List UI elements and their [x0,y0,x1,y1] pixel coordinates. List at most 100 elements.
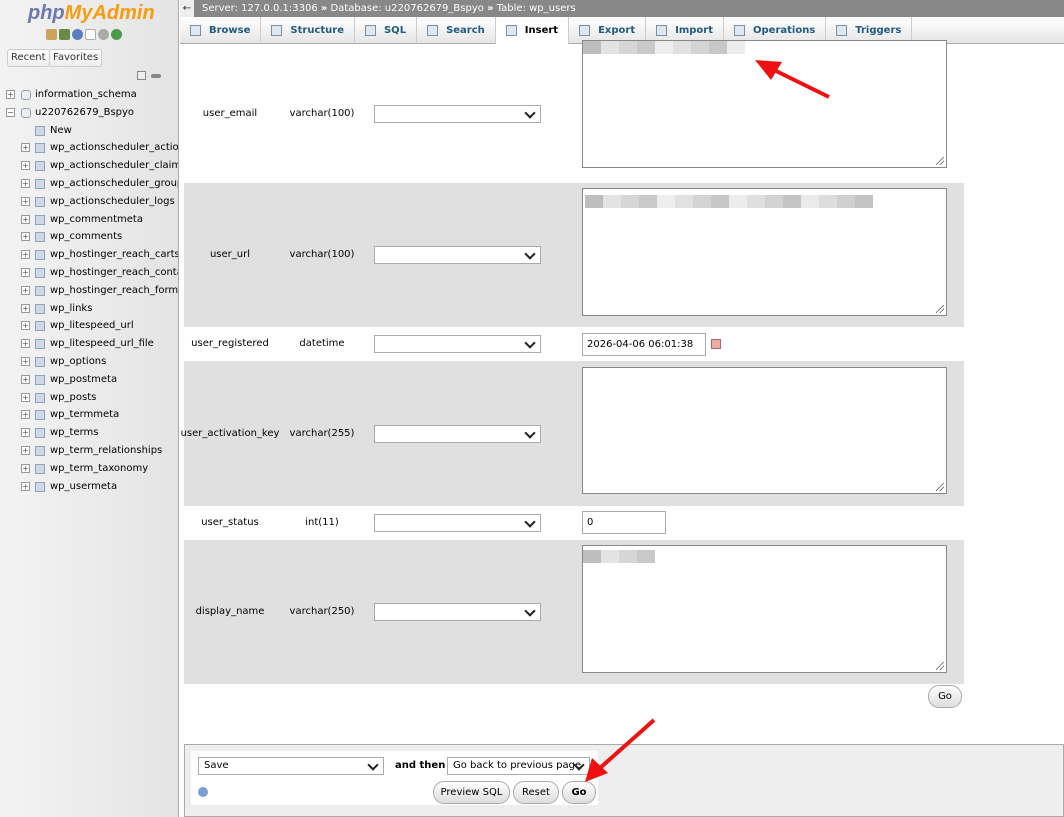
expand-icon[interactable]: + [21,214,30,224]
breadcrumb-table[interactable]: Table: wp_users [497,3,576,14]
reload-icon[interactable] [111,29,122,40]
value-textarea[interactable] [582,545,947,673]
tree-db-current[interactable]: − u220762679_Bspyo [0,104,178,122]
function-select[interactable] [374,603,541,621]
tree-table-item[interactable]: + wp_postmeta [0,371,178,389]
function-select[interactable] [374,246,541,264]
expand-icon[interactable]: + [21,356,30,366]
expand-icon[interactable]: + [21,143,30,153]
tree-table-item[interactable]: + wp_term_taxonomy [0,460,178,478]
field-type: varchar(255) [289,427,355,439]
tree-db-information-schema[interactable]: + information_schema [0,86,178,104]
calendar-icon[interactable] [711,339,721,349]
breadcrumb: Server: 127.0.0.1:3306 » Database: u2207… [202,3,576,14]
table-icon [35,356,45,367]
expand-icon[interactable]: + [21,321,30,331]
tree-table-item[interactable]: + wp_links [0,300,178,318]
expand-icon[interactable]: + [21,428,30,438]
expand-icon[interactable]: + [21,250,30,260]
docs-icon[interactable] [85,29,96,40]
expand-icon[interactable]: + [6,90,15,99]
expand-icon[interactable]: + [21,445,30,455]
value-textarea[interactable] [582,188,947,316]
tab-search[interactable]: Search [417,17,496,44]
expand-icon[interactable]: + [21,374,30,384]
tree-table-item[interactable]: + wp_actionscheduler_actions [0,139,178,157]
help-icon[interactable] [72,29,83,40]
field-row-display_name: display_name varchar(250) [184,540,964,684]
tree-table-item[interactable]: + wp_termmeta [0,406,178,424]
tree-table-item[interactable]: +wp_hostinger_reach_contact_ [0,264,178,282]
breadcrumb-server[interactable]: Server: 127.0.0.1:3306 [202,3,318,14]
function-select[interactable] [374,335,541,353]
insert-action-select[interactable]: Save [198,757,384,775]
tab-browse[interactable]: Browse [180,17,262,44]
preview-sql-button[interactable]: Preview SQL [433,781,510,804]
expand-icon[interactable]: + [21,267,30,277]
tree-table-item[interactable]: + wp_actionscheduler_claims [0,157,178,175]
action-panel: Save and then Go back to previous page P… [184,744,1064,817]
tree-table-item[interactable]: + wp_hostinger_reach_forms [0,282,178,300]
database-icon [21,107,31,118]
tree-new-table[interactable]: New [0,122,178,140]
expand-icon[interactable]: + [21,481,30,491]
tree-table-item[interactable]: + wp_posts [0,389,178,407]
collapse-sidebar-icon[interactable]: ← [180,0,194,17]
value-textarea[interactable] [582,367,947,494]
go-button-fields[interactable]: Go [928,685,962,708]
expand-icon[interactable]: + [21,285,30,295]
tab-structure[interactable]: Structure [261,17,355,44]
function-select[interactable] [374,514,541,532]
expand-icon[interactable]: + [21,392,30,402]
tree-table-item[interactable]: + wp_term_relationships [0,442,178,460]
after-insert-select[interactable]: Go back to previous page [447,757,590,775]
table-icon [35,339,45,350]
expand-icon[interactable]: + [21,196,30,206]
expand-icon[interactable]: + [21,161,30,171]
settings-icon[interactable] [98,29,109,40]
expand-icon[interactable]: + [21,339,30,349]
tree-table-item[interactable]: + wp_hostinger_reach_carts [0,246,178,264]
value-input[interactable]: 0 [582,511,666,534]
field-type: varchar(100) [289,107,355,119]
tree-table-item[interactable]: + wp_usermeta [0,478,178,496]
table-icon [35,143,45,154]
value-textarea[interactable] [582,40,947,168]
breadcrumb-database[interactable]: Database: u220762679_Bspyo [331,3,484,14]
table-icon [35,232,45,243]
search-icon [427,25,439,36]
tree-table-item[interactable]: + wp_litespeed_url_file [0,335,178,353]
home-icon[interactable] [46,29,57,40]
expand-icon[interactable]: + [21,463,30,473]
tree-table-item[interactable]: + wp_terms [0,424,178,442]
logout-icon[interactable] [59,29,70,40]
tree-table-item[interactable]: + wp_actionscheduler_logs [0,193,178,211]
field-type: varchar(250) [289,606,355,617]
tree-table-item[interactable]: + wp_commentmeta [0,211,178,229]
function-select[interactable] [374,104,541,123]
reset-button[interactable]: Reset [513,781,559,804]
function-select[interactable] [374,424,541,443]
tree-table-item[interactable]: + wp_comments [0,228,178,246]
recent-button[interactable]: Recent [7,49,50,67]
tree-table-item[interactable]: + wp_options [0,353,178,371]
go-button[interactable]: Go [562,781,596,804]
collapse-icon[interactable]: − [6,107,15,117]
phpmyadmin-logo[interactable]: phpMyAdmin [28,2,155,25]
tab-insert[interactable]: Insert [495,17,570,45]
collapse-all-icon[interactable] [137,71,146,80]
tree-table-item[interactable]: + wp_litespeed_url [0,317,178,335]
sql-icon [364,25,376,36]
value-input[interactable]: 2026-04-06 06:01:38 [582,333,706,356]
favorites-button[interactable]: Favorites [49,49,103,67]
breadcrumb-bar: ← Server: 127.0.0.1:3306 » Database: u22… [180,0,1064,17]
expand-icon[interactable]: + [21,178,30,188]
expand-icon[interactable]: + [21,303,30,313]
expand-icon[interactable]: + [21,232,30,242]
tab-sql[interactable]: SQL [355,17,418,44]
tree-table-item[interactable]: + wp_actionscheduler_groups [0,175,178,193]
help-icon[interactable] [198,787,208,797]
link-icon[interactable] [151,74,161,78]
expand-icon[interactable]: + [21,410,30,420]
insert-icon [505,25,517,36]
